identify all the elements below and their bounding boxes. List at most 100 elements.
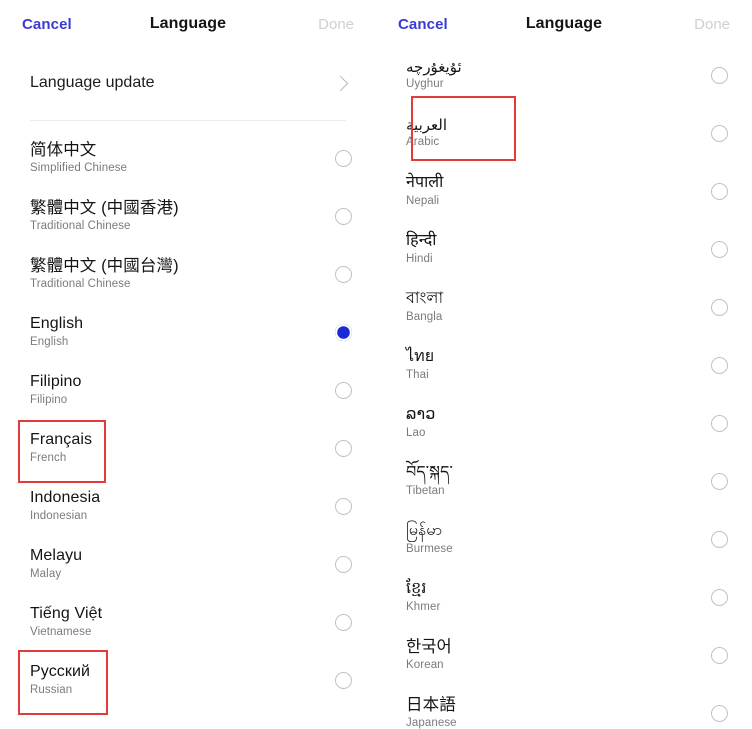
dual-screenshot-container: Cancel Language Done Language update 简体中…	[0, 0, 752, 729]
radio-button[interactable]	[711, 298, 728, 316]
language-row[interactable]: Русский Russian	[0, 651, 376, 709]
language-row-texts: བོད་སྐད་ Tibetan	[406, 464, 453, 498]
language-row-texts: ខ្មែរ Khmer	[406, 580, 440, 614]
radio-button[interactable]	[711, 472, 728, 490]
language-row-texts: ไทย Thai	[406, 348, 434, 382]
cancel-button[interactable]: Cancel	[398, 16, 448, 33]
radio-button-selected[interactable]	[335, 323, 352, 341]
language-english-name: Uyghur	[406, 78, 444, 91]
left-language-list: 简体中文 Simplified Chinese 繁體中文 (中國香港) Traditi…	[0, 121, 376, 709]
language-english-name: Traditional Chinese	[30, 277, 131, 290]
radio-button[interactable]	[335, 265, 352, 283]
language-native-name: Русский	[30, 663, 91, 681]
language-row-texts: Русский Russian	[30, 663, 90, 697]
radio-button[interactable]	[711, 240, 728, 258]
radio-button[interactable]	[711, 530, 728, 548]
language-row[interactable]: हिन्दी Hindi	[376, 220, 752, 278]
language-english-name: French	[30, 451, 67, 464]
language-native-name: မြန်မာ	[406, 522, 443, 540]
language-native-name: 简体中文	[30, 140, 97, 159]
language-row[interactable]: Indonesia Indonesian	[0, 477, 376, 535]
language-row[interactable]: Melayu Malay	[0, 535, 376, 593]
language-update-row[interactable]: Language update	[0, 56, 376, 110]
done-button[interactable]: Done	[318, 16, 354, 33]
left-navbar: Cancel Language Done	[0, 0, 376, 48]
language-english-name: Tibetan	[406, 484, 445, 497]
language-native-name: ລາວ	[406, 406, 436, 424]
language-native-name: 日本語	[406, 695, 456, 714]
radio-button[interactable]	[711, 124, 728, 142]
radio-button[interactable]	[711, 588, 728, 606]
language-row-texts: العربية Arabic	[406, 117, 447, 149]
left-language-screen: Cancel Language Done Language update 简体中…	[0, 0, 376, 729]
language-row-texts: Tiếng Việt Vietnamese	[30, 605, 102, 639]
language-row[interactable]: 繁體中文 (中國台灣) Traditional Chinese	[0, 245, 376, 303]
language-english-name: Thai	[406, 368, 429, 381]
chevron-right-icon	[332, 75, 349, 91]
radio-button[interactable]	[335, 149, 352, 167]
language-row-texts: नेपाली Nepali	[406, 174, 443, 208]
language-row[interactable]: မြန်မာ Burmese	[376, 510, 752, 568]
radio-button[interactable]	[711, 66, 728, 84]
language-row[interactable]: 日本語 Japanese	[376, 684, 752, 729]
language-native-name: Indonesia	[30, 489, 101, 507]
right-language-screen: Cancel Language Done ئۇيغۇرچە Uyghur العرب…	[376, 0, 752, 729]
language-row[interactable]: ລາວ Lao	[376, 394, 752, 452]
radio-button[interactable]	[335, 555, 352, 573]
language-row-texts: Français French	[30, 431, 92, 465]
language-native-name: Tiếng Việt	[30, 605, 103, 623]
language-row[interactable]: Français French	[0, 419, 376, 477]
language-row[interactable]: ខ្មែរ Khmer	[376, 568, 752, 626]
language-english-name: Khmer	[406, 600, 441, 613]
language-row-texts: 日本語 Japanese	[406, 696, 457, 729]
right-language-list: ئۇيغۇرچە Uyghur العربية Arabic नेपाली Nepali ह…	[376, 46, 752, 729]
radio-button[interactable]	[711, 182, 728, 200]
language-row[interactable]: 繁體中文 (中國香港) Traditional Chinese	[0, 187, 376, 245]
done-button[interactable]: Done	[694, 16, 730, 33]
language-english-name: Nepali	[406, 194, 440, 207]
radio-button[interactable]	[711, 356, 728, 374]
language-row[interactable]: العربية Arabic	[376, 104, 752, 162]
language-row[interactable]: ไทย Thai	[376, 336, 752, 394]
radio-button[interactable]	[711, 704, 728, 722]
language-row-texts: हिन्दी Hindi	[406, 232, 437, 266]
cancel-button[interactable]: Cancel	[22, 16, 72, 33]
language-row-texts: বাংলা Bangla	[406, 290, 443, 324]
radio-button[interactable]	[335, 207, 352, 225]
language-row-texts: မြန်မာ Burmese	[406, 522, 453, 556]
radio-button[interactable]	[335, 671, 352, 689]
language-row-texts: 한국어 Korean	[406, 638, 452, 672]
language-row[interactable]: བོད་སྐད་ Tibetan	[376, 452, 752, 510]
language-english-name: Lao	[406, 426, 426, 439]
language-english-name: Hindi	[406, 252, 433, 265]
language-row-texts: 简体中文 Simplified Chinese	[30, 141, 127, 175]
language-row[interactable]: Tiếng Việt Vietnamese	[0, 593, 376, 651]
language-row-texts: Melayu Malay	[30, 547, 82, 581]
radio-button[interactable]	[335, 381, 352, 399]
language-english-name: Bangla	[406, 310, 443, 323]
language-row[interactable]: Filipino Filipino	[0, 361, 376, 419]
radio-button[interactable]	[711, 646, 728, 664]
language-english-name: Vietnamese	[30, 625, 92, 638]
language-native-name: ไทย	[406, 348, 435, 366]
language-english-name: Russian	[30, 683, 73, 696]
language-row[interactable]: English English	[0, 303, 376, 361]
language-native-name: العربية	[406, 116, 447, 134]
language-row-texts: 繁體中文 (中國香港) Traditional Chinese	[30, 199, 179, 233]
language-row-texts: ئۇيغۇرچە Uyghur	[406, 59, 462, 91]
language-native-name: ئۇيغۇرچە	[406, 58, 462, 76]
radio-button[interactable]	[335, 613, 352, 631]
radio-button[interactable]	[335, 439, 352, 457]
right-navbar: Cancel Language Done	[376, 0, 752, 48]
language-row[interactable]: বাংলা Bangla	[376, 278, 752, 336]
language-native-name: नेपाली	[406, 174, 444, 192]
language-update-label: Language update	[30, 74, 155, 91]
language-row[interactable]: ئۇيغۇرچە Uyghur	[376, 46, 752, 104]
radio-button[interactable]	[335, 497, 352, 515]
language-row[interactable]: 한국어 Korean	[376, 626, 752, 684]
language-english-name: Korean	[406, 658, 444, 671]
radio-button[interactable]	[711, 414, 728, 432]
language-row[interactable]: नेपाली Nepali	[376, 162, 752, 220]
language-row[interactable]: 简体中文 Simplified Chinese	[0, 129, 376, 187]
language-native-name: Melayu	[30, 547, 83, 565]
